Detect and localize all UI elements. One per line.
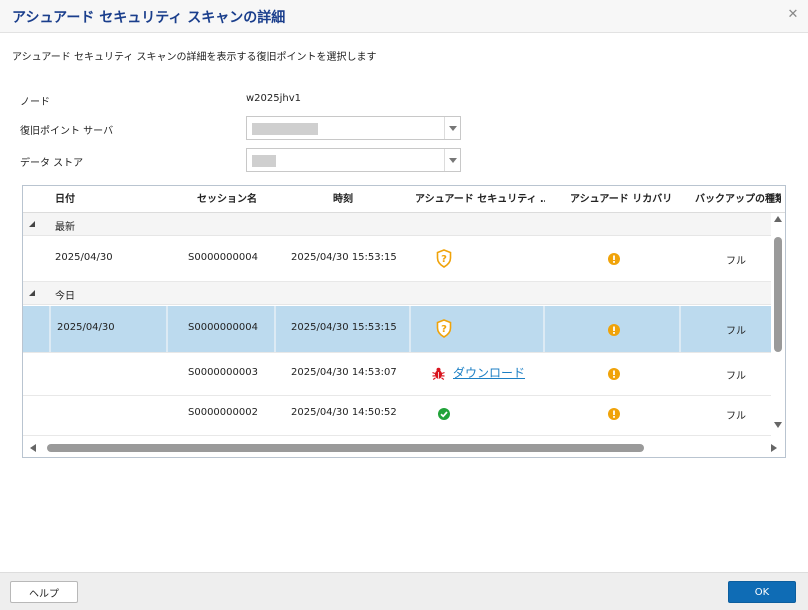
datastore-masked-value [252, 155, 276, 167]
datastore-dropdown-button[interactable] [444, 149, 460, 171]
chevron-down-icon [449, 126, 457, 131]
dialog-title: アシュアード セキュリティ スキャンの詳細 [12, 10, 286, 26]
cell-separator [543, 306, 545, 352]
cell-separator [679, 306, 681, 352]
warning-icon [608, 324, 620, 336]
cell-backup-type: フル [726, 256, 746, 267]
scroll-right-icon[interactable] [771, 444, 777, 452]
column-header-assured-recovery[interactable]: アシュアード リカバリ [570, 186, 672, 213]
collapse-triangle-icon[interactable] [29, 290, 35, 296]
column-header-backup-type[interactable]: バックアップの種類 [695, 186, 781, 213]
column-header-session[interactable]: セッション名 [197, 186, 257, 213]
collapse-triangle-icon[interactable] [29, 221, 35, 227]
cell-time: 2025/04/30 14:50:52 [291, 407, 397, 418]
table-row[interactable]: 2025/04/30 S0000000004 2025/04/30 15:53:… [23, 236, 771, 282]
svg-text:?: ? [441, 254, 447, 265]
grid-header: 日付 セッション名 時刻 アシュアード セキュリティ … アシュアード リカバリ… [23, 186, 785, 213]
group-label: 今日 [55, 291, 75, 302]
cell-time: 2025/04/30 15:53:15 [291, 322, 397, 333]
horizontal-scroll-thumb[interactable] [47, 444, 644, 452]
instruction-text: アシュアード セキュリティ スキャンの詳細を表示する復旧ポイントを選択します [12, 52, 377, 63]
bug-threat-icon [432, 367, 445, 380]
ok-button[interactable]: OK [728, 581, 796, 603]
cell-time: 2025/04/30 15:53:15 [291, 252, 397, 263]
svg-text:?: ? [441, 324, 447, 335]
datastore-label: データ ストア [20, 158, 84, 169]
vertical-scrollbar[interactable] [771, 213, 785, 431]
recovery-point-grid: 日付 セッション名 時刻 アシュアード セキュリティ … アシュアード リカバリ… [22, 185, 786, 458]
table-row[interactable]: S0000000003 2025/04/30 14:53:07 ダウンロード フ… [23, 353, 771, 396]
cell-separator [166, 306, 168, 352]
warning-icon [608, 368, 620, 380]
rps-masked-value [252, 123, 318, 135]
cell-separator [274, 306, 276, 352]
close-icon[interactable]: ✕ [786, 8, 800, 22]
cell-date: 2025/04/30 [55, 252, 113, 263]
horizontal-scrollbar[interactable] [23, 439, 785, 457]
cell-session: S0000000004 [188, 252, 258, 263]
scroll-left-icon[interactable] [30, 444, 36, 452]
group-row-latest[interactable]: 最新 [23, 213, 771, 236]
cell-session: S0000000004 [188, 322, 258, 333]
help-button[interactable]: ヘルプ [10, 581, 78, 603]
column-header-date[interactable]: 日付 [55, 186, 75, 213]
scroll-down-icon[interactable] [774, 422, 782, 428]
cell-separator [49, 306, 51, 352]
chevron-down-icon [449, 158, 457, 163]
group-label: 最新 [55, 222, 75, 233]
table-row[interactable]: S0000000002 2025/04/30 14:50:52 フル [23, 396, 771, 436]
cell-backup-type: フル [726, 411, 746, 422]
warning-icon [608, 253, 620, 265]
dialog-titlebar: アシュアード セキュリティ スキャンの詳細 ✕ [0, 0, 808, 33]
rps-label: 復旧ポイント サーバ [20, 126, 114, 137]
shield-question-icon: ? [436, 249, 452, 268]
shield-question-icon: ? [436, 319, 452, 338]
datastore-select[interactable] [246, 148, 461, 172]
dialog-footer: ヘルプ OK [0, 572, 808, 610]
check-success-icon [438, 408, 450, 420]
rps-select[interactable] [246, 116, 461, 140]
cell-separator [409, 306, 411, 352]
scroll-up-icon[interactable] [774, 216, 782, 222]
rps-dropdown-button[interactable] [444, 117, 460, 139]
column-header-time[interactable]: 時刻 [333, 186, 353, 213]
group-row-today[interactable]: 今日 [23, 282, 771, 305]
download-link[interactable]: ダウンロード [453, 364, 525, 381]
node-value: w2025jhv1 [246, 93, 302, 104]
column-header-security-scan[interactable]: アシュアード セキュリティ … [415, 186, 545, 213]
table-row-selected[interactable]: 2025/04/30 S0000000004 2025/04/30 15:53:… [23, 306, 771, 353]
cell-session: S0000000002 [188, 407, 258, 418]
cell-session: S0000000003 [188, 367, 258, 378]
cell-backup-type: フル [726, 371, 746, 382]
cell-time: 2025/04/30 14:53:07 [291, 367, 397, 378]
cell-backup-type: フル [726, 326, 746, 337]
vertical-scroll-thumb[interactable] [774, 237, 782, 352]
node-label: ノード [20, 97, 50, 108]
cell-date: 2025/04/30 [57, 322, 115, 333]
warning-icon [608, 408, 620, 420]
